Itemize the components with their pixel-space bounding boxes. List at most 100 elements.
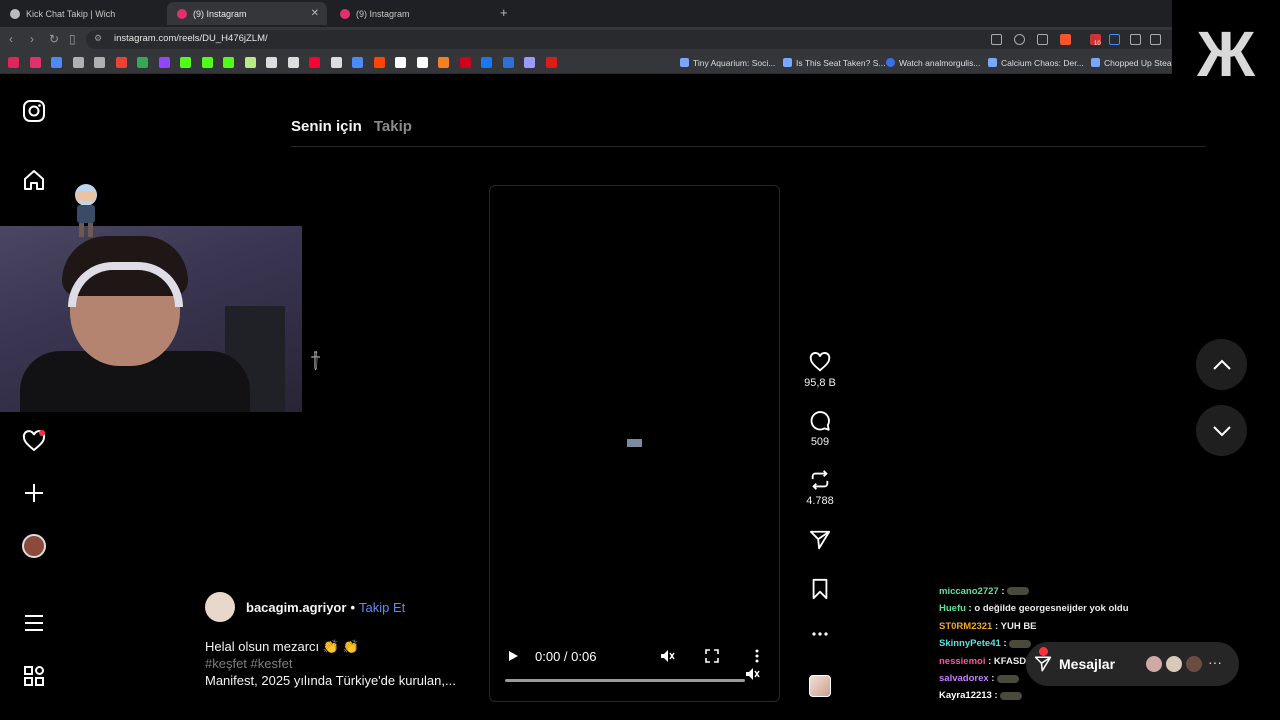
bookmark-favicon-icon[interactable] [459,57,471,68]
bookmark-label: Watch analmorgulis... [899,58,981,68]
forward-icon[interactable]: › [30,32,34,46]
profile-avatar[interactable] [22,534,46,558]
instagram-logo-icon[interactable] [22,99,46,123]
bookmark-favicon-icon[interactable] [352,57,363,68]
next-reel-button[interactable] [1196,405,1247,456]
play-icon[interactable] [507,650,519,662]
author-username[interactable]: bacagim.agriyor [246,600,346,615]
share-icon[interactable] [1037,34,1048,45]
bookmark-favicon-icon[interactable] [29,57,41,68]
chat-text: o değilde georgesneijder yok oldu [974,603,1129,615]
tab-label: (9) Instagram [356,8,410,19]
save-button[interactable] [798,578,842,604]
repost-button[interactable]: 4.788 [798,469,842,507]
bookmark-favicon-icon[interactable] [309,57,320,68]
mouse-cursor-icon: 🗡 [303,348,328,373]
menu-icon[interactable] [22,611,46,635]
bookmark-favicon-icon[interactable] [137,57,148,68]
bookmark-item[interactable]: Is This Seat Taken? S... [783,58,885,68]
chat-emote-icon [1007,587,1030,596]
bookmark-favicon-icon[interactable] [287,57,299,68]
fullscreen-icon[interactable] [705,649,719,663]
bookmark-favicon-icon[interactable] [158,57,170,68]
new-tab-button[interactable]: + [500,5,508,20]
previous-reel-button[interactable] [1196,339,1247,390]
create-plus-icon[interactable] [22,481,46,505]
bookmark-favicon-icon[interactable] [395,57,406,68]
home-icon[interactable] [22,168,46,192]
notifications-heart-icon[interactable] [22,429,46,453]
bookmark-item[interactable]: Chopped Up Steam [1091,58,1179,68]
reload-icon[interactable]: ↻ [49,32,59,46]
bookmark-favicon-icon[interactable] [180,57,191,68]
bookmark-item[interactable]: Watch analmorgulis... [886,58,980,68]
bookmark-favicon-icon[interactable] [72,57,84,68]
reel-sound-off-icon[interactable] [744,666,760,682]
bookmark-favicon-icon[interactable] [438,57,449,68]
bookmark-item[interactable]: Tiny Aquarium: Soci... [680,58,775,68]
tab-kick-chat[interactable]: Kick Chat Takip | Wich [0,2,165,25]
back-icon[interactable]: ‹ [9,32,13,46]
mute-icon[interactable] [659,648,675,664]
reel-author: bacagim.agriyor • Takip Et [205,592,405,622]
bookmark-favicon-icon[interactable] [266,57,277,68]
bookmark-favicon-icon[interactable] [416,57,428,68]
browser-tab-bar: Kick Chat Takip | Wich (9) Instagram ✕ (… [0,0,1280,27]
url-text[interactable]: instagram.com/reels/DU_H476jZLM/ [114,33,268,44]
chat-emote-icon [1009,639,1032,648]
tab-instagram-active[interactable]: (9) Instagram ✕ [167,2,327,25]
messages-bar[interactable]: Mesajlar ··· [1026,642,1239,686]
audio-extension-icon[interactable] [1109,34,1120,45]
caption-line: Helal olsun mezarcı 👏 👏 [205,639,359,654]
bookmark-item[interactable]: Calcium Chaos: Der... [988,58,1084,68]
like-button[interactable]: 95,8 B [798,351,842,389]
puzzle-icon[interactable] [1130,34,1141,45]
globe-icon [10,8,20,19]
cast-icon[interactable] [991,34,1002,45]
bookmark-favicon-icon[interactable] [94,57,105,68]
audio-thumbnail[interactable] [798,675,842,697]
more-options-icon[interactable] [752,648,762,664]
bookmark-favicon-icon[interactable] [502,57,514,68]
messages-more-icon[interactable]: ··· [1208,654,1222,670]
zoom-icon[interactable] [1014,34,1025,45]
chat-text: YUH BE [1000,620,1037,632]
bookmark-favicon-icon[interactable] [8,57,19,68]
chat-message: Huefu : o değilde georgesneijder yok old… [939,600,1179,617]
bookmark-favicon-icon[interactable] [373,57,385,68]
sidebar-toggle-icon[interactable] [1150,34,1161,45]
bookmark-favicon-icon[interactable] [223,57,234,68]
video-progress-bar[interactable] [505,679,745,682]
comment-button[interactable]: 509 [798,410,842,448]
reel-caption[interactable]: Helal olsun mezarcı 👏 👏 #keşfet #kesfet … [205,638,456,689]
tab-instagram[interactable]: (9) Instagram [330,2,495,25]
tab-senin-icin[interactable]: Senin için [291,118,362,135]
bookmark-favicon-icon[interactable] [201,57,213,68]
bookmark-star-icon[interactable]: ▯ [69,32,76,46]
steam-icon [1091,58,1100,67]
bookmark-favicon-icon[interactable] [545,57,557,68]
bookmark-favicon-icon[interactable] [330,57,342,68]
share-button[interactable] [798,529,842,555]
bookmark-favicon-icon[interactable] [481,57,492,68]
chat-username: salvadorex [939,673,989,685]
author-avatar[interactable] [205,592,235,622]
brave-shield-icon[interactable] [1060,34,1071,45]
close-tab-icon[interactable]: ✕ [311,8,319,19]
more-actions-button[interactable] [798,629,842,643]
chat-separator: : [988,673,998,685]
chat-username: Kayra12213 [939,690,992,702]
tab-label: Kick Chat Takip | Wich [26,8,116,19]
also-from-meta-icon[interactable] [22,664,46,688]
tab-takip[interactable]: Takip [374,118,412,135]
caption-hashtags[interactable]: #keşfet #kesfet [205,655,456,672]
bookmark-favicon-icon[interactable] [51,57,62,68]
follow-button[interactable]: Takip Et [359,600,405,615]
bookmarks-bar [0,52,1280,74]
messages-send-icon [1034,656,1052,672]
bookmark-favicon-icon[interactable] [524,57,535,68]
chat-username: miccano2727 [939,586,999,597]
bookmark-favicon-icon[interactable] [115,57,127,68]
site-info-icon[interactable]: ⚙ [94,33,102,44]
bookmark-favicon-icon[interactable] [244,57,256,68]
